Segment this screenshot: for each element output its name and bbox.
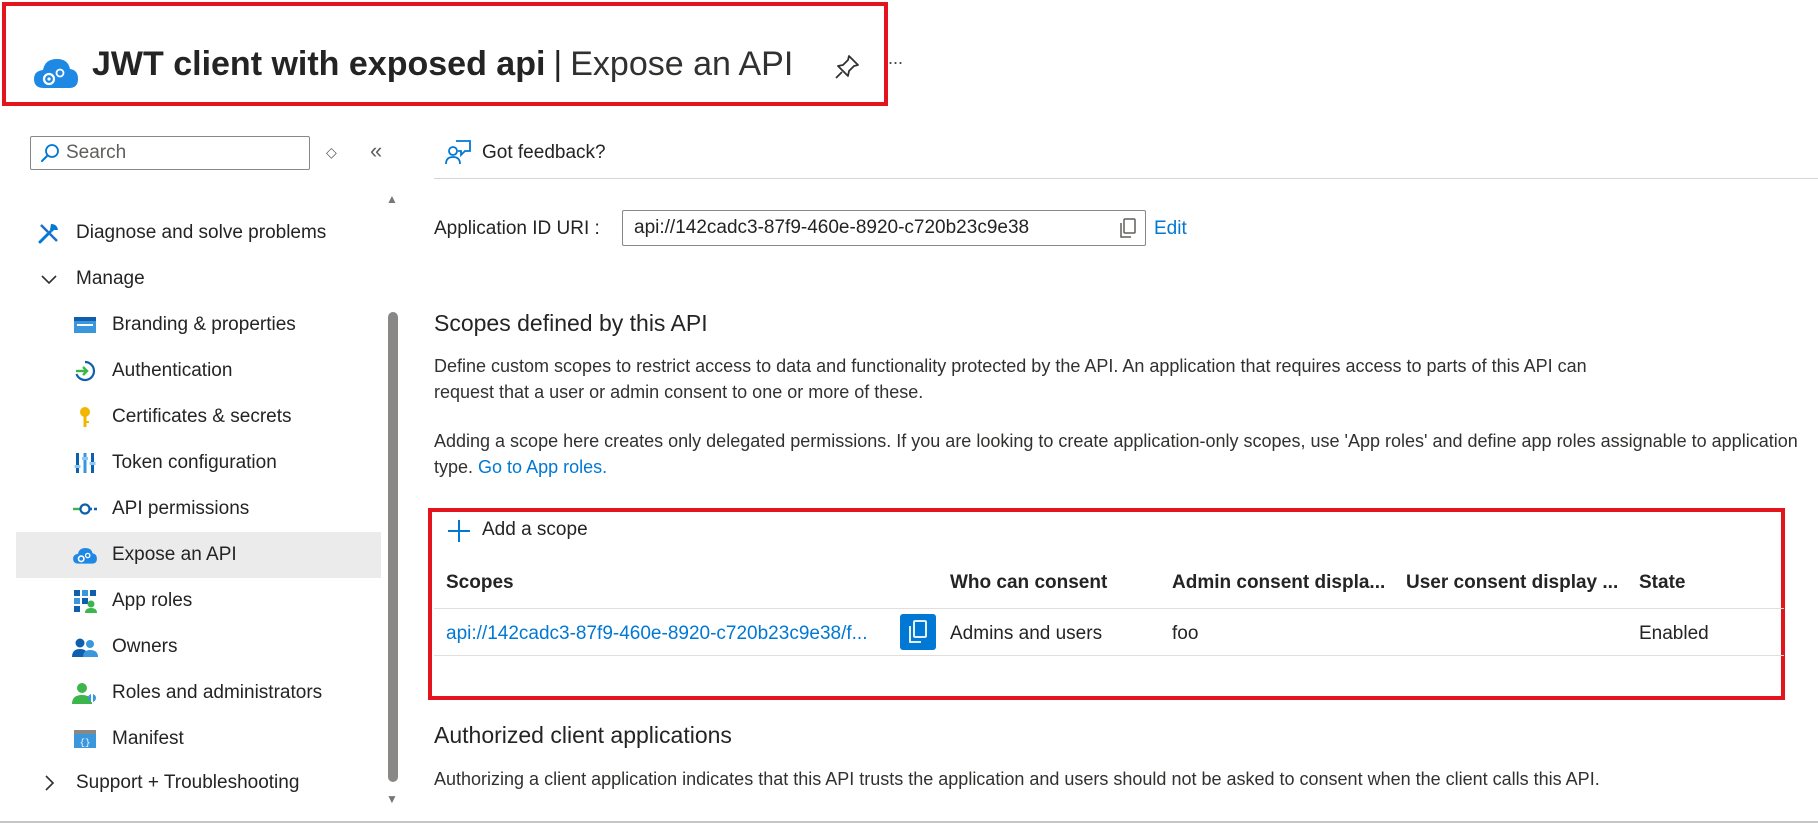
more-icon[interactable]: ... [888,48,903,69]
column-header-state[interactable]: State [1639,572,1685,594]
scope-uri-link[interactable]: api://142cadc3-87f9-460e-8920-c720b23c9e… [446,623,882,645]
feedback-icon[interactable] [444,138,472,166]
scopes-delegated-note: Adding a scope here creates only delegat… [434,428,1818,480]
column-header-admin-consent-display[interactable]: Admin consent displa... [1172,572,1385,594]
sidebar-item-certificates[interactable]: Certificates & secrets [16,394,381,440]
column-header-who-can-consent[interactable]: Who can consent [950,572,1107,594]
sidebar-item-support-troubleshooting[interactable]: Support + Troubleshooting [16,760,381,806]
sidebar-item-branding[interactable]: Branding & properties [16,302,381,348]
authentication-icon [72,358,98,384]
scopes-delegated-note-text: Adding a scope here creates only delegat… [434,431,1798,477]
bottom-divider [0,821,1818,823]
feedback-button[interactable]: Got feedback? [482,142,606,164]
copy-scope-button[interactable] [900,614,936,650]
app-name: JWT client with exposed api [92,45,546,83]
copy-icon [909,620,927,643]
manifest-icon: {} [72,726,98,752]
chevron-down-icon [36,266,62,292]
key-icon [72,404,98,430]
pin-icon[interactable] [832,52,862,82]
sort-toggle-icon[interactable]: ◇ [326,144,337,161]
search-input[interactable] [66,137,304,169]
scroll-up-arrow-icon[interactable]: ▲ [386,192,398,206]
sidebar-item-label: App roles [112,590,193,611]
chevron-right-icon [36,770,62,796]
search-icon [41,144,59,162]
wrench-icon [36,220,62,246]
sidebar-item-label: Certificates & secrets [112,406,292,427]
sidebar-item-label: Authentication [112,360,233,381]
sidebar-item-authentication[interactable]: Authentication [16,348,381,394]
sidebar-item-roles-and-administrators[interactable]: Roles and administrators [16,670,381,716]
sidebar-item-label: Manifest [112,728,184,749]
sidebar-item-label: API permissions [112,498,250,519]
sidebar-item-label: Roles and administrators [112,682,323,703]
copy-icon[interactable] [1118,217,1138,239]
sidebar-item-label: Support + Troubleshooting [76,772,300,793]
sidebar-item-expose-an-api[interactable]: Expose an API [16,532,381,578]
branding-icon [72,312,98,338]
token-icon [72,450,98,476]
sidebar-item-label: Branding & properties [112,314,296,335]
authorized-clients-heading: Authorized client applications [434,722,732,748]
svg-text:{}: {} [80,738,91,748]
collapse-sidebar-icon[interactable]: « [370,138,382,164]
sidebar-item-owners[interactable]: Owners [16,624,381,670]
admin-consent-display-cell: foo [1172,623,1199,644]
api-permissions-icon [72,496,98,522]
scopes-description: Define custom scopes to restrict access … [434,356,1587,402]
sidebar-item-manage[interactable]: Manage [16,256,381,302]
sidebar-item-api-permissions[interactable]: API permissions [16,486,381,532]
sidebar-item-token-configuration[interactable]: Token configuration [16,440,381,486]
app-id-uri-label: Application ID URI : [434,218,600,239]
owners-icon [72,634,98,660]
plus-icon[interactable] [446,518,472,544]
edit-app-id-link[interactable]: Edit [1154,218,1187,240]
title-separator: | [553,45,563,83]
sidebar-item-label: Token configuration [112,452,277,473]
cloud-gear-icon [72,542,98,568]
sidebar-scrollbar-thumb[interactable] [388,312,398,782]
scroll-down-arrow-icon[interactable]: ▼ [386,792,398,806]
sidebar-item-manifest[interactable]: {} Manifest [16,716,381,762]
sidebar-item-diagnose[interactable]: Diagnose and solve problems [16,210,381,256]
scopes-highlight-box [428,508,1785,700]
sidebar-item-label: Manage [76,268,145,289]
who-can-consent-cell: Admins and users [950,623,1103,644]
scopes-heading: Scopes defined by this API [434,310,708,336]
blade-name: Expose an API [570,45,794,83]
cloud-gear-icon [34,59,78,88]
sidebar-item-app-roles[interactable]: App roles [16,578,381,624]
roles-admin-icon [72,680,98,706]
sidebar-item-label: Diagnose and solve problems [76,222,327,243]
table-header-divider [434,608,1784,609]
column-header-user-consent-display[interactable]: User consent display ... [1406,572,1618,594]
app-roles-icon [72,588,98,614]
sidebar-item-label: Expose an API [112,544,237,565]
column-header-scopes[interactable]: Scopes [446,572,514,594]
table-row-divider [434,655,1784,656]
toolbar-divider [434,178,1818,179]
go-to-app-roles-link[interactable]: Go to App roles. [478,457,607,477]
app-id-uri-value[interactable]: api://142cadc3-87f9-460e-8920-c720b23c9e… [634,217,1029,239]
sidebar-item-label: Owners [112,636,178,657]
add-scope-button[interactable]: Add a scope [482,519,588,541]
page-title: JWT client with exposed api | Expose an AP… [92,42,793,86]
authorized-clients-description: Authorizing a client application indicat… [434,769,1600,789]
state-cell: Enabled [1639,623,1709,644]
